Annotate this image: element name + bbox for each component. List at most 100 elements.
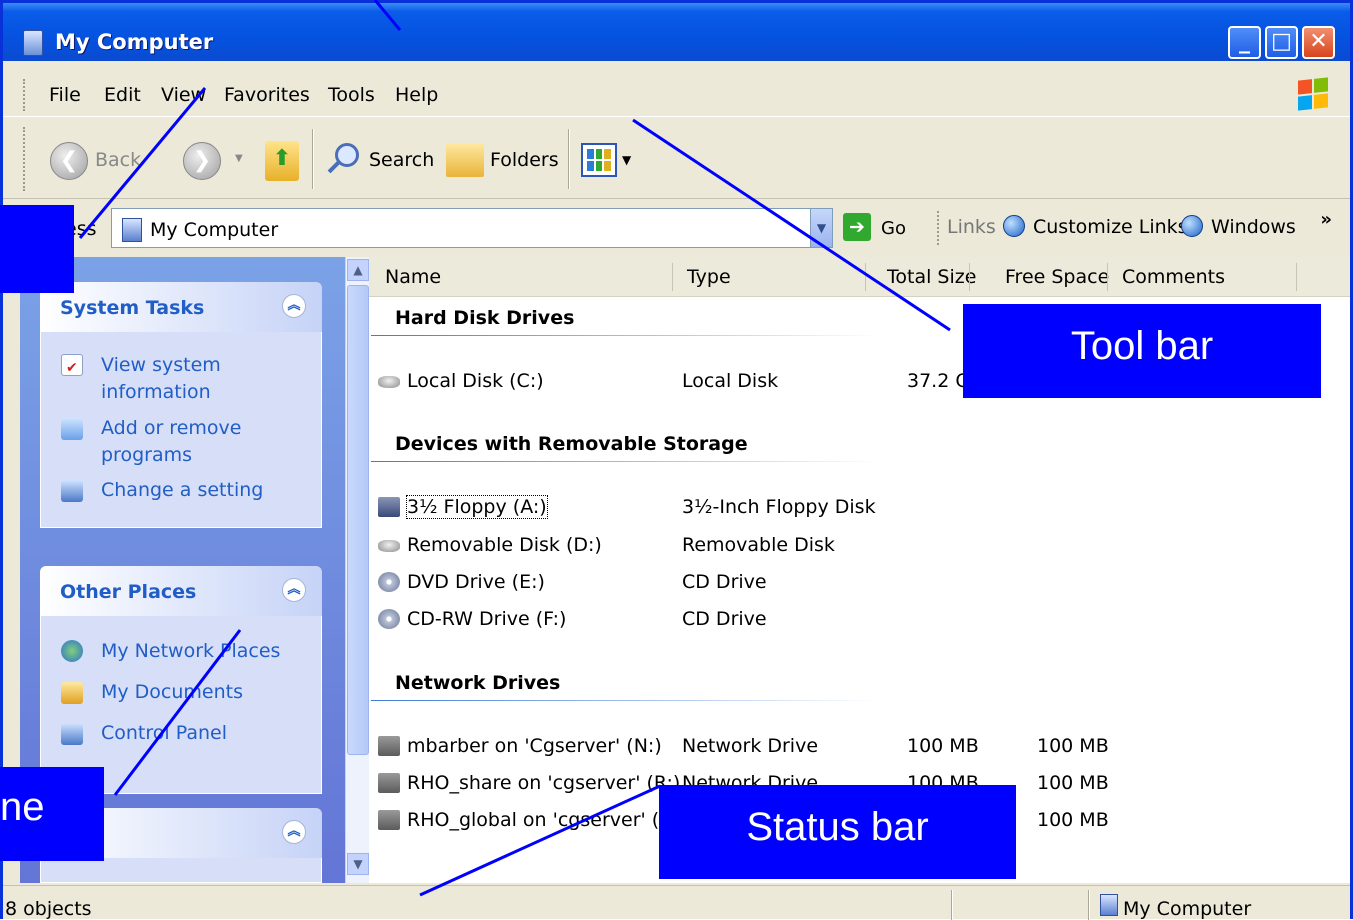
computer-icon	[1100, 894, 1118, 916]
network-drive-icon	[378, 736, 400, 756]
back-button[interactable]: ❮	[50, 142, 88, 180]
window-title: My Computer	[55, 30, 214, 54]
callout-status-bar: Status bar	[659, 785, 1016, 879]
folders-icon[interactable]	[446, 143, 484, 177]
list-item[interactable]: 3½ Floppy (A:) 3½-Inch Floppy Disk	[369, 493, 1350, 523]
forward-arrow-icon: ❯	[192, 148, 212, 173]
column-divider[interactable]	[969, 263, 970, 291]
address-value: My Computer	[150, 219, 279, 241]
panel-body	[40, 858, 322, 883]
network-drive-icon	[378, 773, 400, 793]
status-divider	[951, 890, 953, 920]
link-windows[interactable]: Windows	[1211, 216, 1296, 238]
views-dropdown-icon[interactable]: ▼	[622, 153, 631, 167]
task-view-system-information[interactable]: View system information	[101, 352, 301, 406]
double-chevron-icon[interactable]: »	[1320, 209, 1332, 230]
control-panel-icon	[61, 723, 83, 745]
drive-name: Removable Disk (D:)	[407, 534, 602, 556]
forward-dropdown-icon[interactable]: ▼	[235, 153, 243, 164]
drive-name: RHO_share on 'cgserver' (R:)	[407, 772, 681, 794]
list-item[interactable]: Removable Disk (D:) Removable Disk	[369, 531, 1350, 561]
place-my-network-places[interactable]: My Network Places	[101, 638, 301, 665]
back-label[interactable]: Back	[95, 149, 141, 171]
link-customize-links[interactable]: Customize Links	[1033, 216, 1188, 238]
column-free-space[interactable]: Free Space	[1005, 266, 1109, 288]
system-info-icon: ✔	[61, 354, 83, 376]
folders-button[interactable]: Folders	[490, 149, 559, 171]
menu-grip[interactable]	[23, 79, 26, 111]
standard-toolbar: ❮ Back ❯ ▼ ⬆ Search Folders ▼	[3, 119, 1350, 199]
group-divider	[371, 461, 881, 462]
search-icon[interactable]	[325, 141, 361, 181]
scroll-down-icon[interactable]: ▼	[347, 853, 369, 875]
callout-toolbar: Tool bar	[963, 304, 1321, 398]
group-title: Hard Disk Drives	[395, 307, 575, 329]
up-folder-icon[interactable]: ⬆	[265, 141, 299, 181]
collapse-chevron-icon[interactable]: ︽	[282, 820, 306, 844]
column-divider[interactable]	[672, 263, 673, 291]
column-divider[interactable]	[1296, 263, 1297, 291]
hard-disk-icon	[378, 376, 400, 388]
close-button[interactable]: ✕	[1302, 26, 1335, 59]
collapse-chevron-icon[interactable]: ︽	[282, 294, 306, 318]
place-control-panel[interactable]: Control Panel	[101, 720, 301, 747]
go-arrow-icon[interactable]: ➔	[843, 213, 871, 241]
toolbar-separator	[312, 129, 314, 189]
panel-header[interactable]: Other Places ︽	[40, 566, 322, 616]
chevron-down-icon[interactable]: ▼	[810, 209, 832, 247]
menu-view[interactable]: View	[161, 84, 206, 106]
network-places-icon	[61, 640, 83, 662]
views-icon[interactable]	[581, 143, 617, 177]
drive-name: DVD Drive (E:)	[407, 571, 545, 593]
drive-name: Local Disk (C:)	[407, 370, 544, 392]
menu-bar: File Edit View Favorites Tools Help	[3, 73, 1350, 117]
title-bar[interactable]: My Computer _ □ ✕	[3, 3, 1350, 61]
search-button[interactable]: Search	[369, 149, 434, 171]
floppy-drive-icon	[378, 497, 400, 517]
maximize-icon: □	[1271, 29, 1292, 54]
minimize-icon: _	[1239, 29, 1250, 54]
maximize-button[interactable]: □	[1265, 26, 1298, 59]
list-item[interactable]: DVD Drive (E:) CD Drive	[369, 568, 1350, 598]
place-my-documents[interactable]: My Documents	[101, 679, 301, 706]
column-divider[interactable]	[1107, 263, 1108, 291]
address-input[interactable]: My Computer ▼	[111, 208, 833, 248]
menu-edit[interactable]: Edit	[104, 84, 141, 106]
menu-favorites[interactable]: Favorites	[224, 84, 310, 106]
windows-logo-icon	[1298, 77, 1328, 111]
column-total-size[interactable]: Total Size	[887, 266, 976, 288]
toolbar-grip[interactable]	[23, 127, 26, 191]
panel-title: Other Places	[60, 581, 197, 603]
menu-file[interactable]: File	[49, 84, 81, 106]
drive-type: Local Disk	[682, 370, 779, 392]
scroll-up-icon[interactable]: ▲	[347, 259, 369, 281]
scroll-thumb[interactable]	[347, 285, 369, 755]
task-change-a-setting[interactable]: Change a setting	[101, 477, 301, 504]
task-pane-scrollbar[interactable]: ▲ ▼	[345, 257, 369, 883]
column-comments[interactable]: Comments	[1122, 266, 1225, 288]
drive-type: 3½-Inch Floppy Disk	[682, 496, 876, 518]
menu-help[interactable]: Help	[395, 84, 438, 106]
menu-tools[interactable]: Tools	[328, 84, 375, 106]
go-button[interactable]: Go	[881, 218, 906, 239]
list-item[interactable]: CD-RW Drive (F:) CD Drive	[369, 605, 1350, 635]
column-divider[interactable]	[865, 263, 866, 291]
status-divider	[1088, 890, 1090, 920]
drive-free-space: 100 MB	[1037, 772, 1109, 794]
links-grip[interactable]	[937, 211, 940, 245]
forward-button[interactable]: ❯	[183, 142, 221, 180]
group-divider	[371, 700, 881, 701]
column-type[interactable]: Type	[687, 266, 731, 288]
list-item[interactable]: mbarber on 'Cgserver' (N:) Network Drive…	[369, 732, 1350, 762]
links-label[interactable]: Links	[947, 216, 996, 238]
panel-header[interactable]: System Tasks ︽	[40, 282, 322, 332]
collapse-chevron-icon[interactable]: ︽	[282, 578, 306, 602]
column-name[interactable]: Name	[385, 266, 441, 288]
group-divider	[371, 335, 881, 336]
status-bar: 8 objects My Computer	[3, 885, 1350, 920]
computer-icon	[23, 30, 43, 56]
task-add-or-remove-programs[interactable]: Add or remove programs	[101, 415, 301, 469]
drive-name: mbarber on 'Cgserver' (N:)	[407, 735, 662, 757]
drive-type: CD Drive	[682, 608, 767, 630]
minimize-button[interactable]: _	[1228, 26, 1261, 59]
